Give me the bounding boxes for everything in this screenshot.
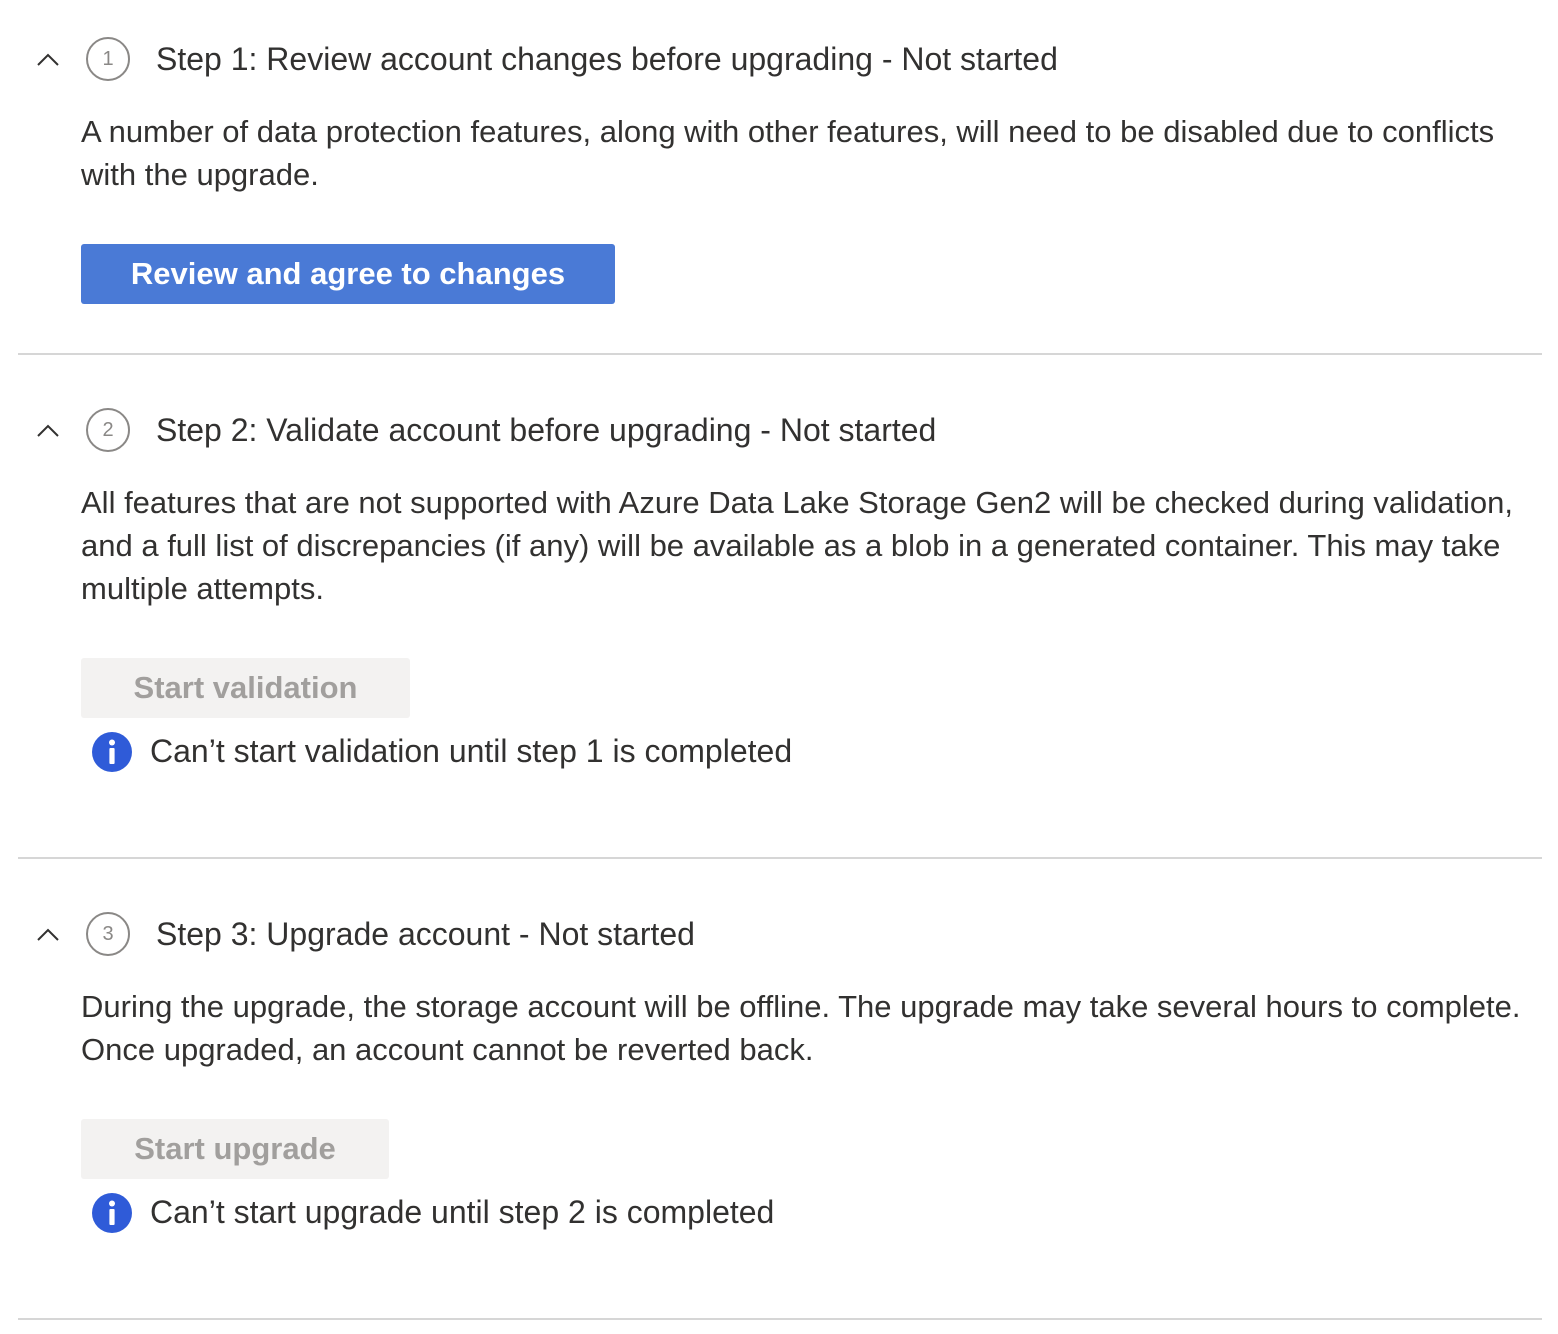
step-3-header[interactable]: 3 Step 3: Upgrade account - Not started (0, 905, 1200, 965)
info-icon (92, 732, 132, 772)
step-1-description: A number of data protection features, al… (81, 114, 1495, 192)
info-text: Can’t start validation until step 1 is c… (150, 733, 793, 769)
step-1-title: Step 1: Review account changes before up… (156, 41, 1058, 77)
divider (18, 353, 1542, 355)
step-3-description: During the upgrade, the storage account … (81, 989, 1521, 1067)
info-icon (92, 1193, 132, 1233)
start-validation-button[interactable]: Start validation (81, 658, 410, 718)
divider (18, 1318, 1542, 1320)
step-3-info-message: Can’t start upgrade until step 2 is comp… (92, 1191, 1192, 1235)
step-number-badge: 2 (86, 408, 130, 452)
chevron-up-icon[interactable] (32, 419, 64, 443)
chevron-up-icon[interactable] (32, 48, 64, 72)
step-2-header[interactable]: 2 Step 2: Validate account before upgrad… (0, 401, 1200, 461)
step-2-title: Step 2: Validate account before upgradin… (156, 412, 937, 448)
divider (18, 857, 1542, 859)
step-2-info-message: Can’t start validation until step 1 is c… (92, 730, 1192, 774)
step-number-badge: 3 (86, 912, 130, 956)
chevron-up-icon[interactable] (32, 923, 64, 947)
info-text: Can’t start upgrade until step 2 is comp… (150, 1194, 775, 1230)
step-3-title: Step 3: Upgrade account - Not started (156, 916, 695, 952)
step-1-header[interactable]: 1 Step 1: Review account changes before … (0, 30, 1200, 90)
review-and-agree-button[interactable]: Review and agree to changes (81, 244, 615, 304)
step-number-badge: 1 (86, 37, 130, 81)
start-upgrade-button[interactable]: Start upgrade (81, 1119, 389, 1179)
step-2-description: All features that are not supported with… (81, 485, 1514, 606)
